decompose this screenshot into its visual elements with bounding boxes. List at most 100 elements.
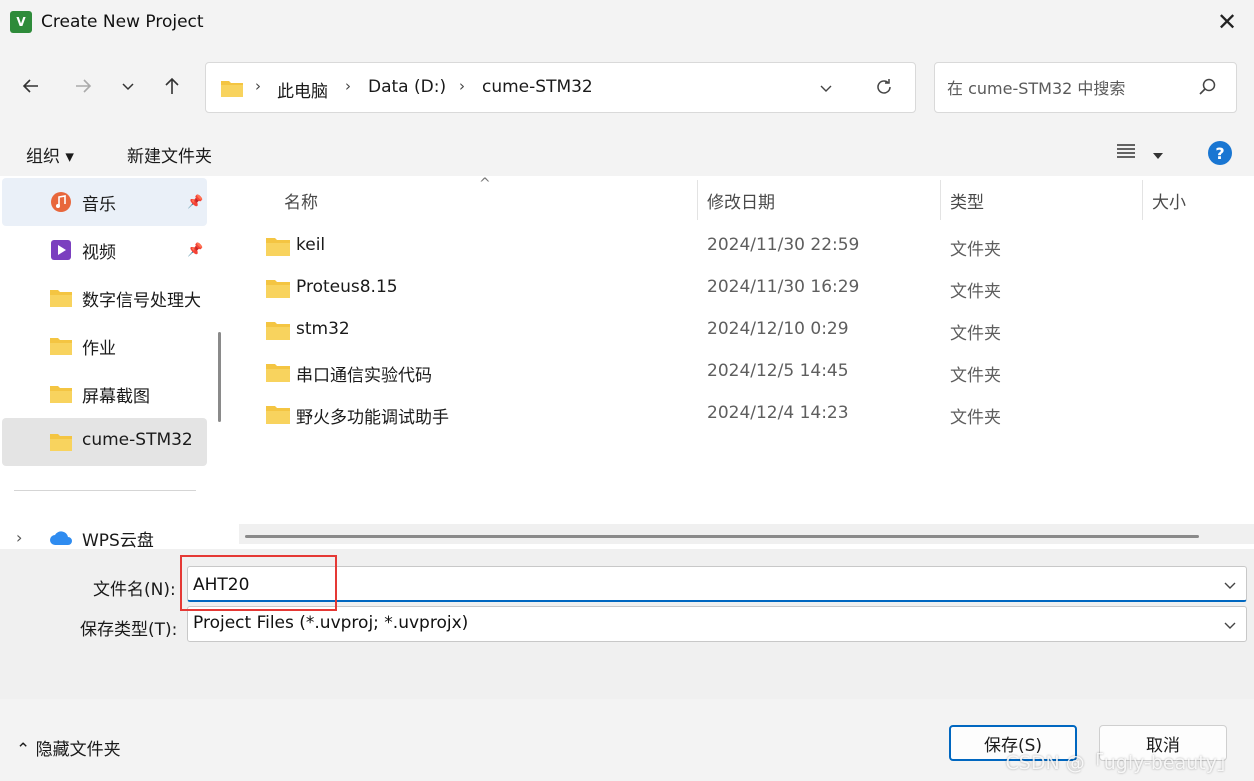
- file-row[interactable]: keil 2024/11/30 22:59 文件夹: [263, 225, 1243, 267]
- file-name: 野火多功能调试助手: [296, 408, 449, 428]
- file-date: 2024/11/30 16:29: [707, 277, 860, 297]
- folder-icon: [266, 280, 290, 298]
- column-separator[interactable]: [1142, 180, 1143, 220]
- file-row[interactable]: stm32 2024/12/10 0:29 文件夹: [263, 309, 1243, 351]
- folder-icon: [266, 364, 290, 382]
- filename-input[interactable]: [193, 573, 1193, 597]
- breadcrumb-separator: ›: [255, 77, 261, 95]
- file-type: 文件夹: [950, 366, 1001, 386]
- forward-icon[interactable]: [68, 71, 98, 101]
- window-title: Create New Project: [41, 12, 204, 32]
- folder-icon: [221, 81, 243, 97]
- video-icon: [51, 240, 71, 260]
- cloud-icon: [50, 531, 72, 545]
- search-box[interactable]: [934, 62, 1237, 113]
- navigation-pane: 音乐 📌 视频 📌 数字信号处理大 作业 屏幕截图 cume-STM32 › W…: [0, 176, 233, 549]
- column-header-type[interactable]: 类型: [950, 188, 984, 213]
- pin-icon: 📌: [187, 195, 204, 210]
- folder-icon: [266, 238, 290, 256]
- breadcrumb-this-pc[interactable]: 此电脑: [277, 77, 328, 102]
- pin-icon: 📌: [187, 243, 204, 258]
- file-name: Proteus8.15: [296, 277, 398, 297]
- file-date: 2024/11/30 22:59: [707, 235, 860, 255]
- file-row[interactable]: 野火多功能调试助手 2024/12/4 14:23 文件夹: [263, 393, 1243, 435]
- chevron-down-icon[interactable]: [1222, 577, 1238, 598]
- sidebar-item-cume-stm32[interactable]: cume-STM32: [2, 418, 207, 466]
- sidebar-item-label: 数字信号处理大: [82, 291, 201, 311]
- navigation-bar: › 此电脑 › Data (D:) › cume-STM32: [0, 46, 1254, 130]
- search-input[interactable]: [947, 75, 1187, 101]
- breadcrumb-separator: ›: [345, 77, 351, 95]
- column-header-name[interactable]: 名称: [284, 188, 318, 213]
- sidebar-item-label: 视频: [82, 243, 116, 263]
- file-type: 文件夹: [950, 282, 1001, 302]
- address-dropdown-icon[interactable]: [818, 80, 834, 101]
- file-date: 2024/12/10 0:29: [707, 319, 849, 339]
- close-icon[interactable]: ✕: [1214, 9, 1240, 35]
- breadcrumb-cume-stm32[interactable]: cume-STM32: [482, 77, 593, 97]
- file-row[interactable]: 串口通信实验代码 2024/12/5 14:45 文件夹: [263, 351, 1243, 393]
- hide-folders-toggle[interactable]: ⌃ 隐藏文件夹: [16, 735, 121, 760]
- column-header-size[interactable]: 大小: [1152, 188, 1186, 213]
- file-date: 2024/12/5 14:45: [707, 361, 849, 381]
- file-type: 文件夹: [950, 408, 1001, 428]
- chevron-down-icon[interactable]: [1222, 617, 1238, 638]
- file-name: keil: [296, 235, 326, 255]
- address-bar[interactable]: › 此电脑 › Data (D:) › cume-STM32: [205, 62, 916, 113]
- sidebar-item-dsp-folder[interactable]: 数字信号处理大: [2, 274, 207, 322]
- sidebar-item-video[interactable]: 视频 📌: [2, 226, 207, 274]
- filetype-value: Project Files (*.uvproj; *.uvprojx): [193, 613, 469, 633]
- column-header-date-modified[interactable]: 修改日期: [707, 188, 775, 213]
- up-icon[interactable]: [157, 71, 187, 101]
- column-separator[interactable]: [697, 180, 698, 220]
- organize-button[interactable]: 组织 ▾: [26, 142, 74, 167]
- annotation-highlight-box: [180, 555, 337, 611]
- horizontal-scrollbar[interactable]: [239, 524, 1254, 544]
- keil-app-icon: V: [10, 11, 32, 33]
- file-row[interactable]: Proteus8.15 2024/11/30 16:29 文件夹: [263, 267, 1243, 309]
- chevron-up-icon: ⌃: [16, 740, 31, 760]
- breadcrumb-data-drive[interactable]: Data (D:): [368, 77, 446, 97]
- sidebar-divider: [14, 490, 196, 491]
- title-bar: V Create New Project ✕: [0, 0, 1254, 46]
- column-separator[interactable]: [940, 180, 941, 220]
- scrollbar-thumb[interactable]: [245, 535, 1199, 538]
- file-list: ^ 名称 修改日期 类型 大小 keil 2024/11/30 22:59 文件…: [233, 176, 1254, 549]
- folder-icon: [50, 386, 72, 403]
- folder-icon: [50, 290, 72, 307]
- file-date: 2024/12/4 14:23: [707, 403, 849, 423]
- recent-locations-chevron-icon[interactable]: [113, 71, 143, 101]
- sort-ascending-icon: ^: [479, 176, 491, 192]
- sidebar-item-screenshots[interactable]: 屏幕截图: [2, 370, 207, 418]
- file-type: 文件夹: [950, 324, 1001, 344]
- filetype-label: 保存类型(T):: [80, 620, 178, 640]
- refresh-icon[interactable]: [874, 77, 894, 102]
- sidebar-item-wps-cloud[interactable]: WPS云盘: [2, 514, 207, 549]
- folder-icon: [50, 434, 72, 451]
- folder-icon: [266, 322, 290, 340]
- sidebar-item-label: 屏幕截图: [82, 387, 150, 407]
- sidebar-item-label: 音乐: [82, 195, 116, 215]
- file-type: 文件夹: [950, 240, 1001, 260]
- sidebar-item-label: WPS云盘: [82, 531, 154, 549]
- back-icon[interactable]: [16, 71, 46, 101]
- folder-icon: [266, 406, 290, 424]
- new-folder-button[interactable]: 新建文件夹: [127, 142, 212, 167]
- hide-folders-label: 隐藏文件夹: [35, 740, 121, 760]
- sidebar-item-homework[interactable]: 作业: [2, 322, 207, 370]
- sidebar-item-music[interactable]: 音乐 📌: [2, 178, 207, 226]
- help-icon[interactable]: ?: [1208, 141, 1232, 165]
- music-icon: [51, 192, 71, 212]
- view-dropdown-icon[interactable]: [1152, 146, 1164, 166]
- sidebar-item-label: cume-STM32: [82, 430, 193, 450]
- sidebar-scrollbar[interactable]: [218, 332, 221, 422]
- sidebar-item-label: 作业: [82, 339, 116, 359]
- folder-icon: [50, 338, 72, 355]
- view-options-icon[interactable]: [1116, 142, 1136, 165]
- file-name: stm32: [296, 319, 350, 339]
- search-icon[interactable]: [1198, 77, 1218, 102]
- filename-label: 文件名(N):: [93, 580, 176, 600]
- filename-combobox[interactable]: [187, 566, 1247, 602]
- filetype-select[interactable]: Project Files (*.uvproj; *.uvprojx): [187, 606, 1247, 642]
- file-name: 串口通信实验代码: [296, 366, 432, 386]
